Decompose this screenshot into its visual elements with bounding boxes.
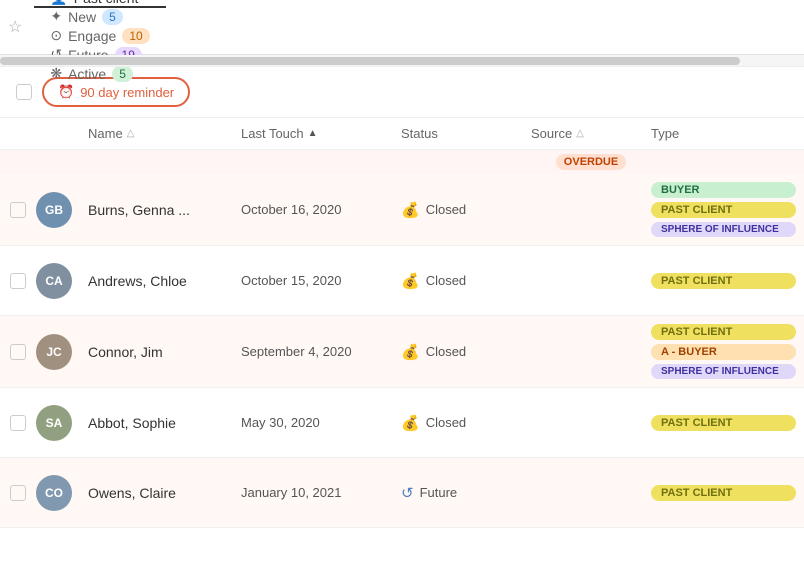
checkbox-inner-andrews[interactable] [10,273,26,289]
tag-buyer-burns: BUYER [651,182,796,198]
status-andrews: 💰 Closed [401,272,531,290]
status-icon-abbot: 💰 [401,414,420,432]
tags-abbot: PAST CLIENT [651,415,804,431]
tag-sphere-connor: SPHERE OF INFLUENCE [651,364,796,379]
overdue-pill: OVERDUE [556,154,626,170]
tab-new[interactable]: ✦ New 5 [34,8,165,27]
checkbox-inner-connor[interactable] [10,344,26,360]
last-touch-owens: January 10, 2021 [241,485,401,500]
name-connor[interactable]: Connor, Jim [88,344,241,360]
row-checkbox-abbot[interactable] [0,415,36,431]
tab-past-client-label: Past client [74,0,139,6]
status-burns: 💰 Closed [401,201,531,219]
status-icon-andrews: 💰 [401,272,420,290]
tab-bar: ☆ 👤All👤Past client✦New5⊙Engage10↺Future1… [0,0,804,55]
tab-engage-label: Engage [68,28,116,44]
tag-past-client-owens: PAST CLIENT [651,485,796,501]
status-label-owens: Future [420,485,458,500]
tab-past-client[interactable]: 👤 Past client [34,0,165,8]
checkbox-inner-abbot[interactable] [10,415,26,431]
table-row: CA Andrews, ChloeOctober 15, 2020💰 Closed P… [0,246,804,316]
tab-engage-badge: 10 [122,28,149,44]
status-icon-connor: 💰 [401,343,420,361]
tag-past-client-connor: PAST CLIENT [651,324,796,340]
avatar-abbot: SA [36,405,72,441]
row-checkbox-andrews[interactable] [0,273,36,289]
tab-new-label: New [68,9,96,25]
scroll-area[interactable] [0,55,804,67]
last-touch-connor: September 4, 2020 [241,344,401,359]
name-abbot[interactable]: Abbot, Sophie [88,415,241,431]
tab-past-client-icon: 👤 [50,0,67,6]
name-owens[interactable]: Owens, Claire [88,485,241,501]
source-sort-icon: △ [576,128,584,139]
status-abbot: 💰 Closed [401,414,531,432]
tags-owens: PAST CLIENT [651,485,804,501]
overdue-row: OVERDUE [0,150,804,174]
name-sort-icon: △ [127,128,135,139]
tags-andrews: PAST CLIENT [651,273,804,289]
reminder-label: 90 day reminder [80,85,174,100]
last-touch-abbot: May 30, 2020 [241,415,401,430]
name-burns[interactable]: Burns, Genna ... [88,202,241,218]
tab-new-badge: 5 [102,9,123,25]
reminder-icon: ⏰ [58,84,74,100]
scroll-thumb [0,57,740,65]
tab-engage-icon: ⊙ [50,27,62,44]
tab-new-icon: ✦ [50,8,62,25]
avatar-owens: CO [36,475,72,511]
tab-active-badge: 5 [112,66,133,82]
status-label-andrews: Closed [426,273,466,288]
table-row: SA Abbot, SophieMay 30, 2020💰 Closed PAST C… [0,388,804,458]
table-row: JC Connor, JimSeptember 4, 2020💰 Closed PAS… [0,316,804,388]
tag-sphere-burns: SPHERE OF INFLUENCE [651,222,796,237]
overdue-badge: OVERDUE [531,154,651,170]
status-label-connor: Closed [426,344,466,359]
last-touch-burns: October 16, 2020 [241,202,401,217]
tags-burns: BUYER PAST CLIENT SPHERE OF INFLUENCE [651,182,804,237]
avatar-connor: JC [36,334,72,370]
last-touch-andrews: October 15, 2020 [241,273,401,288]
tag-past-client-burns: PAST CLIENT [651,202,796,218]
tag-a-buyer-connor: A - BUYER [651,344,796,360]
status-label-burns: Closed [426,202,466,217]
contacts-container: GBBurns, Genna ...October 16, 2020💰Close… [0,174,804,528]
row-checkbox-connor[interactable] [0,344,36,360]
table-header: Name △ Last Touch ▲ Status Source △ Type [0,118,804,150]
tag-past-client-andrews: PAST CLIENT [651,273,796,289]
status-owens: ↺ Future [401,484,531,502]
tab-active[interactable]: ❋ Active 5 [34,65,165,84]
avatar-andrews: CA [36,263,72,299]
row-checkbox-owens[interactable] [0,485,36,501]
status-label-abbot: Closed [426,415,466,430]
name-andrews[interactable]: Andrews, Chloe [88,273,241,289]
avatar-burns: GB [36,192,72,228]
header-source[interactable]: Source △ [531,126,651,141]
star-icon[interactable]: ☆ [8,17,22,37]
header-name[interactable]: Name △ [88,126,241,141]
checkbox-inner-owens[interactable] [10,485,26,501]
header-type: Type [651,126,804,141]
tab-engage[interactable]: ⊙ Engage 10 [34,27,165,46]
checkbox-inner-burns[interactable] [10,202,26,218]
table-row: CO Owens, ClaireJanuary 10, 2021↺ Future PA… [0,458,804,528]
status-icon-burns: 💰 [401,201,420,219]
header-last-touch[interactable]: Last Touch ▲ [241,126,401,141]
select-all-checkbox[interactable] [16,84,32,100]
tags-connor: PAST CLIENT A - BUYER SPHERE OF INFLUENCE [651,324,804,379]
header-status: Status [401,126,531,141]
tag-past-client-abbot: PAST CLIENT [651,415,796,431]
tabs-container: 👤All👤Past client✦New5⊙Engage10↺Future19❋… [34,0,165,84]
status-icon-owens: ↺ [401,484,414,502]
tab-active-icon: ❋ [50,65,62,82]
last-touch-sort-icon: ▲ [308,128,318,139]
tab-active-label: Active [68,66,106,82]
status-connor: 💰 Closed [401,343,531,361]
row-checkbox-burns[interactable] [0,202,36,218]
table-row: GB Burns, Genna ...October 16, 2020💰 Close… [0,174,804,246]
